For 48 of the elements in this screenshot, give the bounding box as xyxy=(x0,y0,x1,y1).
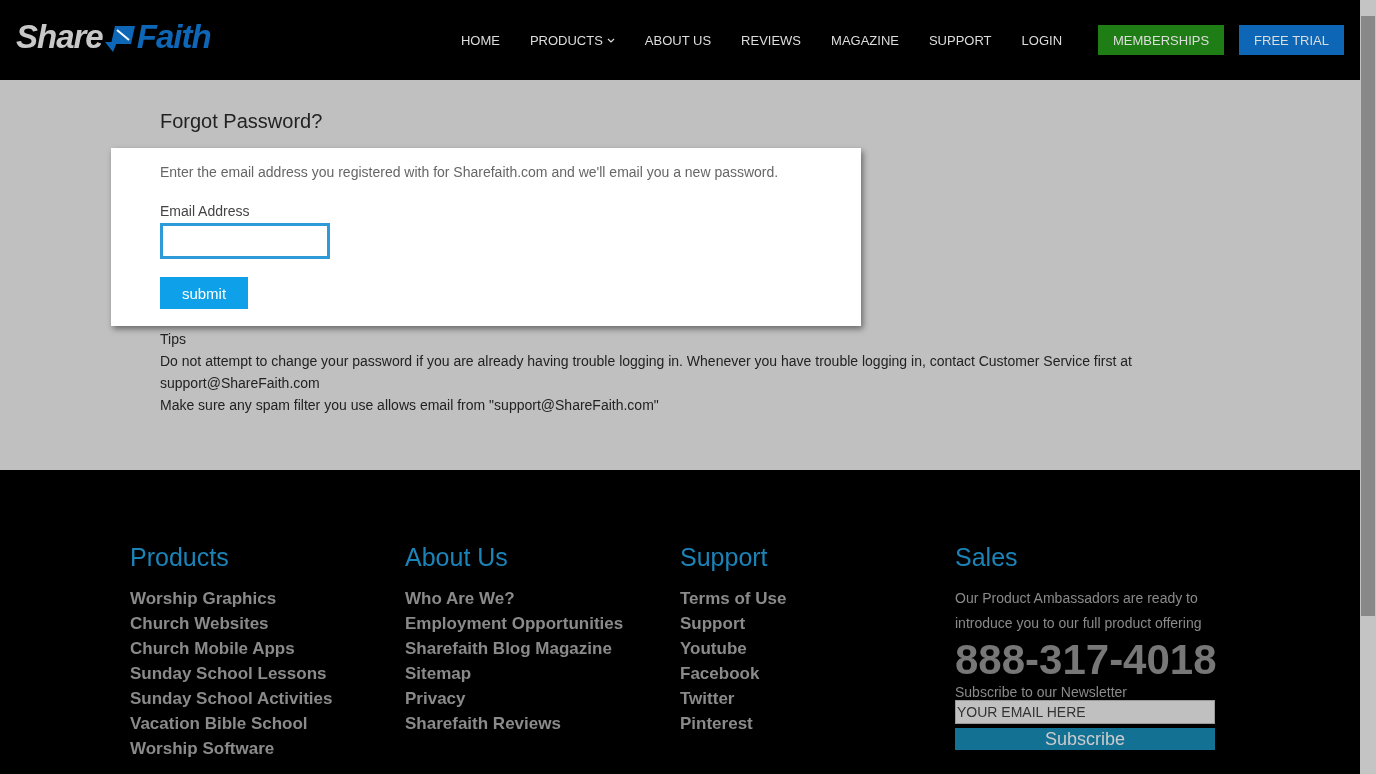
instruction-text: Enter the email address you registered with for Sharefaith.com and we'll email you a new password. xyxy=(160,164,780,180)
footer-link[interactable]: Twitter xyxy=(680,686,955,711)
footer-link[interactable]: Employment Opportunities xyxy=(405,611,680,636)
tips-heading: Tips xyxy=(160,330,187,349)
nav-link[interactable]: SUPPORT xyxy=(928,32,992,48)
footer-link[interactable]: Terms of Use xyxy=(680,586,955,611)
footer-link[interactable]: Facebook xyxy=(680,661,955,686)
nav-link[interactable]: ABOUT US xyxy=(644,32,712,48)
nav-link[interactable]: MAGAZINE xyxy=(831,32,899,48)
footer-heading: Support xyxy=(680,542,769,572)
footer-heading: About Us xyxy=(405,542,509,572)
footer-link[interactable]: Church Mobile Apps xyxy=(130,636,405,661)
footer-link[interactable]: Sunday School Activities xyxy=(130,686,405,711)
nav-button[interactable]: FREE TRIAL xyxy=(1239,25,1344,55)
footer-link[interactable]: Sharefaith Blog Magazine xyxy=(405,636,680,661)
footer-heading: Products xyxy=(130,542,230,572)
newsletter-email-field[interactable]: YOUR EMAIL HERE xyxy=(955,700,1215,724)
tip-text: Do not attempt to change your password if you are already having trouble logging in. Whenever you have trouble logging in, contact Customer Service first at support@ShareFaith.com xyxy=(160,352,1133,393)
sales-text: Our Product Ambassadors are ready to introduce you to our full product offering xyxy=(955,589,1203,633)
phone-number: 888-317-4018 xyxy=(955,636,1218,684)
page-title: Forgot Password? xyxy=(160,110,324,133)
nav-link[interactable]: HOME xyxy=(460,32,500,48)
logo-text[interactable]: Faith xyxy=(136,18,211,56)
newsletter-label: Subscribe to our Newsletter xyxy=(955,684,1128,700)
footer-link[interactable]: Sitemap xyxy=(405,661,680,686)
footer-link[interactable]: Vacation Bible School xyxy=(130,711,405,736)
logo-text[interactable]: Share xyxy=(16,18,103,56)
nav-link[interactable]: LOGIN xyxy=(1021,32,1063,48)
footer-link[interactable]: Who Are We? xyxy=(405,586,680,611)
scrollbar-thumb[interactable] xyxy=(1361,16,1375,616)
footer-link[interactable]: Church Websites xyxy=(130,611,405,636)
footer-link[interactable]: Sharefaith Reviews xyxy=(405,711,680,736)
nav-button[interactable]: MEMBERSHIPS xyxy=(1098,25,1225,55)
footer-heading: Sales xyxy=(955,542,1019,572)
nav-link[interactable]: PRODUCTS xyxy=(529,32,615,48)
footer-link[interactable]: Youtube xyxy=(680,636,955,661)
footer-link[interactable]: Sunday School Lessons xyxy=(130,661,405,686)
footer-link[interactable]: Support xyxy=(680,611,955,636)
field-label: Email Address xyxy=(160,203,251,219)
tip-text: Make sure any spam filter you use allows email from "support@ShareFaith.com" xyxy=(160,396,660,415)
chevron-down-icon xyxy=(606,37,615,43)
email-field[interactable] xyxy=(160,223,330,259)
footer-link[interactable]: Worship Software xyxy=(130,736,405,761)
footer-link[interactable]: Privacy xyxy=(405,686,680,711)
footer-link[interactable]: Pinterest xyxy=(680,711,955,736)
footer-link[interactable]: Worship Graphics xyxy=(130,586,405,611)
subscribe-button[interactable]: Subscribe xyxy=(955,728,1215,750)
nav-link[interactable]: REVIEWS xyxy=(741,32,802,48)
